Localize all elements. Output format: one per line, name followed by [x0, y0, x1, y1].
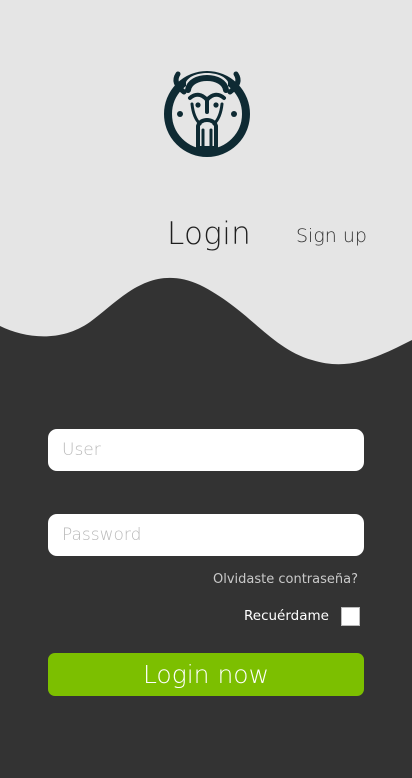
- header-area: Login Sign up: [0, 0, 412, 370]
- user-input[interactable]: [48, 429, 364, 471]
- remember-me-row: Recuérdame: [244, 606, 364, 628]
- login-now-button[interactable]: Login now: [48, 653, 364, 696]
- wave-background: [0, 0, 412, 365]
- password-input[interactable]: [48, 514, 364, 556]
- tab-login[interactable]: Login: [167, 214, 251, 254]
- forgot-password-link[interactable]: Olvidaste contraseña?: [213, 572, 358, 587]
- tribal-mask-icon: [162, 68, 252, 160]
- tab-signup[interactable]: Sign up: [296, 216, 367, 256]
- login-screen: Login Sign up Olvidaste contraseña? Recu…: [0, 0, 412, 778]
- remember-me-label: Recuérdame: [244, 608, 329, 624]
- remember-me-checkbox[interactable]: [341, 607, 360, 626]
